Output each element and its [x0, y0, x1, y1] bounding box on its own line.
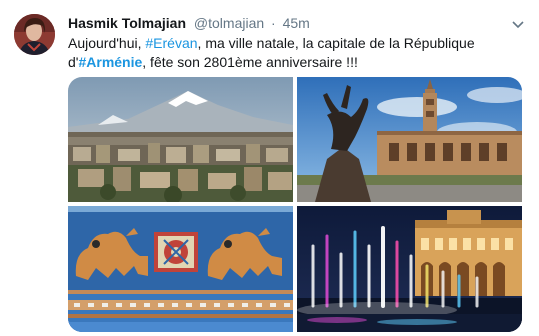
photo-ararat-city-image — [68, 77, 293, 202]
tweet-timestamp[interactable]: 45m — [283, 15, 310, 31]
text-segment: , ma ville natale, la capitale de la Rép… — [197, 35, 475, 51]
hashtag-link-armenie[interactable]: #Arménie — [78, 54, 142, 70]
photo-lions-fresco[interactable] — [68, 206, 293, 332]
hashtag-link-erevan[interactable]: #Erévan — [145, 35, 197, 51]
text-segment: , fête son 2801ème anniversaire !!! — [142, 54, 358, 70]
tweet-media-grid — [68, 77, 522, 332]
tweet-menu-button[interactable] — [512, 17, 524, 29]
photo-lions-fresco-image — [68, 206, 293, 332]
meta-separator: · — [271, 15, 276, 31]
photo-square-fountains[interactable] — [297, 206, 522, 332]
avatar-image — [14, 14, 55, 55]
author-name[interactable]: Hasmik Tolmajian — [68, 15, 186, 31]
photo-statue-station-image — [297, 77, 522, 202]
tweet-text-line-1: Aujourd'hui, #Erévan, ma ville natale, l… — [68, 34, 520, 53]
tweet[interactable]: Hasmik Tolmajian @tolmajian · 45m Aujour… — [0, 0, 539, 336]
photo-ararat-city[interactable] — [68, 77, 293, 202]
chevron-down-icon — [512, 21, 524, 29]
tweet-text-line-2: d'#Arménie, fête son 2801ème anniversair… — [68, 53, 520, 72]
photo-square-fountains-image — [297, 206, 522, 332]
author-handle[interactable]: @tolmajian — [194, 15, 264, 31]
photo-statue-station[interactable] — [297, 77, 522, 202]
text-segment: Aujourd'hui, — [68, 35, 146, 51]
avatar[interactable] — [14, 14, 55, 55]
text-segment: d' — [68, 54, 79, 70]
tweet-text: Aujourd'hui, #Erévan, ma ville natale, l… — [68, 34, 520, 72]
tweet-header: Hasmik Tolmajian @tolmajian · 45m — [68, 14, 310, 32]
